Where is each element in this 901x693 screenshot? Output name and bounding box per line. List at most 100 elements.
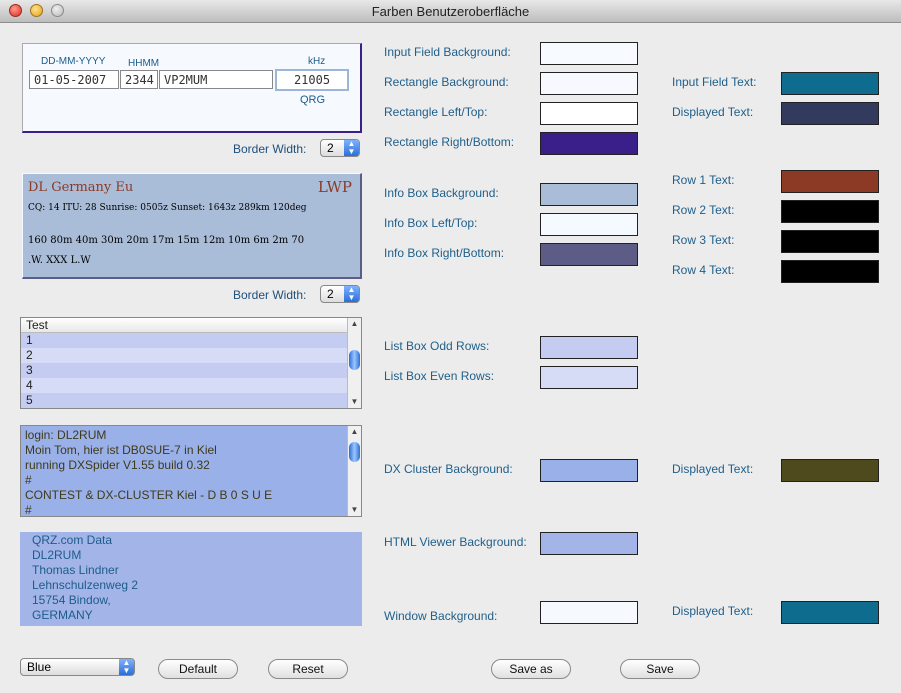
rect-bg-swatch[interactable] <box>540 72 638 95</box>
list-scroll-thumb[interactable] <box>349 350 360 370</box>
input-field-preview: DD-MM-YYYY HHMM kHz 01-05-2007 2344 VP2M… <box>22 43 362 133</box>
title-bar: Farben Benutzeroberfläche <box>0 0 901 23</box>
input-field-text-swatch[interactable] <box>781 72 879 95</box>
default-button[interactable]: Default <box>158 659 238 679</box>
info-bg-label: Info Box Background: <box>384 186 499 200</box>
row4-text-swatch[interactable] <box>781 260 879 283</box>
info-right-bottom-label: Info Box Right/Bottom: <box>384 246 505 260</box>
frequency-input[interactable]: 21005 <box>275 69 349 91</box>
border-width-value-2: 2 <box>327 287 334 301</box>
border-width-select-2[interactable]: 2 ▲ ▼ <box>320 285 360 303</box>
scroll-down-icon[interactable]: ▼ <box>348 504 361 516</box>
list-box-preview[interactable]: Test 1 2 3 4 5 ▲ ▼ <box>20 317 362 409</box>
info-details: CQ: 14 ITU: 28 Sunrise: 0505z Sunset: 16… <box>28 203 307 213</box>
displayed-text-label-1: Displayed Text: <box>672 105 754 119</box>
list-item[interactable]: 4 <box>21 378 347 393</box>
rect-left-top-label: Rectangle Left/Top: <box>384 105 488 119</box>
html-bg-swatch[interactable] <box>540 532 638 555</box>
list-odd-swatch[interactable] <box>540 336 638 359</box>
dx-line: login: DL2RUM <box>25 428 107 442</box>
window-bg-label: Window Background: <box>384 609 498 623</box>
input-field-bg-label: Input Field Background: <box>384 45 511 59</box>
info-band-status: .W. XXX L.W <box>28 255 91 266</box>
info-left-top-swatch[interactable] <box>540 213 638 236</box>
reset-button[interactable]: Reset <box>268 659 348 679</box>
border-width-value-1: 2 <box>327 141 334 155</box>
rect-bg-label: Rectangle Background: <box>384 75 509 89</box>
row3-text-swatch[interactable] <box>781 230 879 253</box>
date-format-header: DD-MM-YYYY <box>41 56 106 67</box>
updown-arrows-icon: ▲ ▼ <box>344 286 359 302</box>
list-item[interactable]: 5 <box>21 393 347 408</box>
dx-line: Moin Tom, hier ist DB0SUE-7 in Kiel <box>25 443 217 457</box>
dx-cluster-preview[interactable]: login: DL2RUM Moin Tom, hier ist DB0SUE-… <box>20 425 362 517</box>
list-item[interactable]: 1 <box>21 333 347 348</box>
html-viewer-preview: QRZ.com Data DL2RUM Thomas Lindner Lehns… <box>20 532 362 626</box>
html-line: QRZ.com Data <box>32 533 113 547</box>
list-item[interactable]: 3 <box>21 363 347 378</box>
color-scheme-value: Blue <box>27 660 52 674</box>
color-scheme-select[interactable]: Blue ▲ ▼ <box>20 658 135 676</box>
info-prefix: LWP <box>317 178 352 196</box>
rect-right-bottom-label: Rectangle Right/Bottom: <box>384 135 515 149</box>
dx-scrollbar[interactable]: ▲ ▼ <box>347 426 361 516</box>
displayed-text-label-dx: Displayed Text: <box>672 462 754 476</box>
input-field-text-label: Input Field Text: <box>672 75 757 89</box>
rect-right-bottom-swatch[interactable] <box>540 132 638 155</box>
time-format-header: HHMM <box>128 58 160 69</box>
displayed-text-label-window: Displayed Text: <box>672 604 754 618</box>
displayed-text-swatch-dx[interactable] <box>781 459 879 482</box>
html-line: GERMANY <box>32 608 93 622</box>
dx-line: running DXSpider V1.55 build 0.32 <box>25 458 210 472</box>
list-scrollbar[interactable]: ▲ ▼ <box>347 318 361 408</box>
khz-header: kHz <box>308 56 326 67</box>
qrg-label: QRG <box>300 94 326 106</box>
date-input[interactable]: 01-05-2007 <box>29 70 119 89</box>
dx-line: CONTEST & DX-CLUSTER Kiel - D B 0 S U E <box>25 488 273 502</box>
html-line: Lehnschulzenweg 2 <box>32 578 139 592</box>
html-line: Thomas Lindner <box>32 563 119 577</box>
row4-text-label: Row 4 Text: <box>672 263 735 277</box>
dx-bg-label: DX Cluster Background: <box>384 462 513 476</box>
displayed-text-swatch-window[interactable] <box>781 601 879 624</box>
dx-line: # <box>25 473 32 487</box>
row2-text-swatch[interactable] <box>781 200 879 223</box>
dx-scroll-thumb[interactable] <box>349 442 360 462</box>
info-bands: 160 80m 40m 30m 20m 17m 15m 12m 10m 6m 2… <box>28 235 305 246</box>
list-even-label: List Box Even Rows: <box>384 369 495 383</box>
border-width-label-2: Border Width: <box>233 288 307 302</box>
row1-text-swatch[interactable] <box>781 170 879 193</box>
border-width-select-1[interactable]: 2 ▲ ▼ <box>320 139 360 157</box>
info-right-bottom-swatch[interactable] <box>540 243 638 266</box>
scroll-up-icon[interactable]: ▲ <box>348 426 361 438</box>
window-bg-swatch[interactable] <box>540 601 638 624</box>
html-line: DL2RUM <box>32 548 82 562</box>
html-line: 15754 Bindow, <box>32 593 111 607</box>
html-bg-label: HTML Viewer Background: <box>384 535 527 549</box>
input-field-bg-swatch[interactable] <box>540 42 638 65</box>
info-left-top-label: Info Box Left/Top: <box>384 216 478 230</box>
dx-bg-swatch[interactable] <box>540 459 638 482</box>
updown-arrows-icon: ▲ ▼ <box>344 140 359 156</box>
rect-left-top-swatch[interactable] <box>540 102 638 125</box>
border-width-label-1: Border Width: <box>233 142 307 156</box>
list-odd-label: List Box Odd Rows: <box>384 339 490 353</box>
window-title: Farben Benutzeroberfläche <box>371 4 530 19</box>
callsign-input[interactable]: VP2MUM <box>159 70 273 89</box>
save-as-button[interactable]: Save as <box>491 659 571 679</box>
row2-text-label: Row 2 Text: <box>672 203 735 217</box>
time-input[interactable]: 2344 <box>120 70 158 89</box>
displayed-text-swatch-1[interactable] <box>781 102 879 125</box>
row3-text-label: Row 3 Text: <box>672 233 735 247</box>
list-item[interactable]: 2 <box>21 348 347 363</box>
info-bg-swatch[interactable] <box>540 183 638 206</box>
list-even-swatch[interactable] <box>540 366 638 389</box>
save-button[interactable]: Save <box>620 659 700 679</box>
dx-line: # <box>25 503 32 517</box>
list-header[interactable]: Test <box>21 318 347 333</box>
scroll-up-icon[interactable]: ▲ <box>348 318 361 330</box>
scroll-down-icon[interactable]: ▼ <box>348 396 361 408</box>
preferences-window: Farben Benutzeroberfläche DD-MM-YYYY HHM… <box>0 0 901 693</box>
info-box-preview: DL Germany Eu LWP CQ: 14 ITU: 28 Sunrise… <box>22 173 362 279</box>
updown-arrows-icon: ▲ ▼ <box>119 659 134 675</box>
